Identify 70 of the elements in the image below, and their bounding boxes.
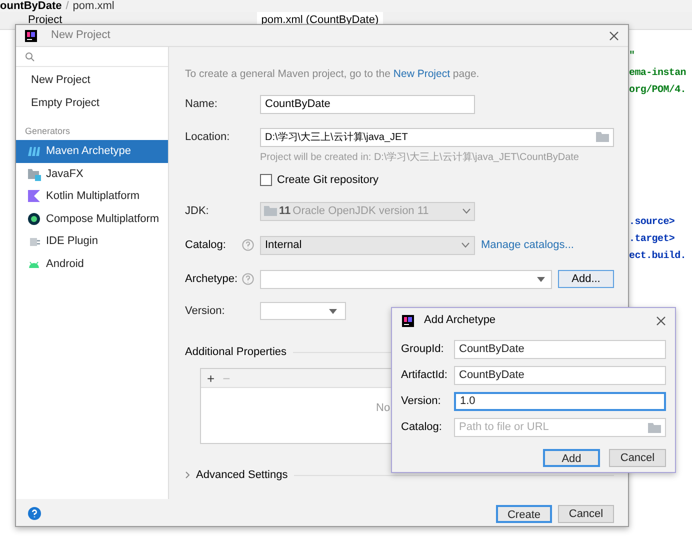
sidebar-item[interactable]: Android: [16, 252, 168, 276]
search-icon: [25, 52, 35, 62]
default-button[interactable]: Add: [543, 449, 600, 467]
field-label: Name:: [185, 96, 218, 112]
manage-catalogs-link[interactable]: Manage catalogs...: [481, 236, 574, 254]
field-label: ArtifactId:: [401, 368, 448, 384]
maven-icon: [27, 144, 41, 158]
code-line: .source>: [629, 216, 676, 230]
sidebar-item[interactable]: JavaFX: [16, 162, 168, 186]
help-icon[interactable]: [28, 507, 41, 520]
default-button[interactable]: Create: [496, 505, 552, 523]
sidebar-item[interactable]: New Project: [16, 69, 168, 92]
input-field[interactable]: CountByDate: [454, 340, 666, 359]
sidebar-item[interactable]: Empty Project: [16, 92, 168, 115]
sidebar-item[interactable]: IDE Plugin: [16, 230, 168, 253]
version-dropdown[interactable]: [260, 302, 346, 320]
close-icon[interactable]: [656, 316, 666, 326]
section-title: Additional Properties: [185, 344, 287, 360]
code-line: ": [629, 50, 636, 64]
dropdown-arrow-icon: [537, 276, 545, 282]
code-line: .target>: [629, 233, 676, 247]
close-icon[interactable]: [609, 30, 619, 40]
section-header: Generators: [24, 125, 72, 137]
input-field[interactable]: CountByDate: [454, 366, 666, 385]
add-button[interactable]: Add...: [558, 270, 614, 288]
new-project-link[interactable]: New Project: [393, 68, 450, 80]
field-label: Archetype:: [185, 272, 239, 287]
kotlin-icon: [27, 189, 41, 204]
archetype-dropdown[interactable]: [260, 270, 552, 288]
button[interactable]: Cancel: [609, 449, 666, 467]
sidebar-item[interactable]: Kotlin Multiplatform: [16, 185, 168, 208]
sidebar-item[interactable]: Maven Archetype: [16, 140, 168, 163]
field-label: Location:: [185, 130, 231, 145]
sidebar-item[interactable]: Compose Multiplatform: [16, 208, 168, 230]
breadcrumb-separator: /: [66, 0, 69, 12]
add-property-button[interactable]: +: [207, 372, 215, 384]
folder-icon: [264, 206, 277, 216]
folder-icon: [596, 132, 609, 142]
field-label: GroupId:: [401, 342, 445, 358]
app-logo-icon: [402, 314, 414, 326]
location-field[interactable]: D:\学习\大三上\云计算\java_JET: [260, 128, 614, 146]
location-hint: Project will be created in: D:\学习\大三上\云计算\java_JET\CountByDate: [260, 150, 580, 164]
field-label: Catalog:: [401, 420, 443, 436]
git-checkbox[interactable]: Create Git repository: [260, 172, 614, 188]
window-title: New Project: [51, 28, 112, 44]
code-line: ect.build.: [629, 250, 688, 264]
help-icon[interactable]: [242, 239, 254, 251]
field-label: Version:: [401, 394, 442, 410]
code-line: ema-instan: [629, 66, 688, 81]
empty-text: No: [376, 401, 390, 416]
compose-icon: [27, 212, 41, 226]
window-title: Add Archetype: [424, 313, 497, 328]
name-field[interactable]: CountByDate: [260, 94, 475, 114]
app-logo-icon: [25, 30, 37, 42]
dropdown-arrow-icon: [329, 308, 337, 314]
button[interactable]: Cancel: [558, 505, 614, 523]
field-label: Catalog:: [185, 238, 227, 253]
input-field[interactable]: 1.0: [454, 392, 666, 411]
help-icon[interactable]: [242, 273, 254, 285]
breadcrumb-item[interactable]: pom.xml: [72, 0, 114, 12]
breadcrumb-item[interactable]: ountByDate: [0, 0, 62, 12]
code-line: org/POM/4.: [629, 84, 688, 98]
advanced-settings-toggle[interactable]: Advanced Settings: [185, 466, 288, 484]
catalog-dropdown[interactable]: Internal: [260, 236, 475, 254]
field-label: Version:: [185, 304, 226, 319]
checkbox[interactable]: [260, 174, 272, 186]
folder-icon: [27, 166, 41, 181]
intro-text: To create a general Maven project, go to the New Project page.: [185, 67, 480, 82]
folder-icon[interactable]: [648, 422, 661, 432]
field-label: JDK:: [185, 204, 210, 219]
